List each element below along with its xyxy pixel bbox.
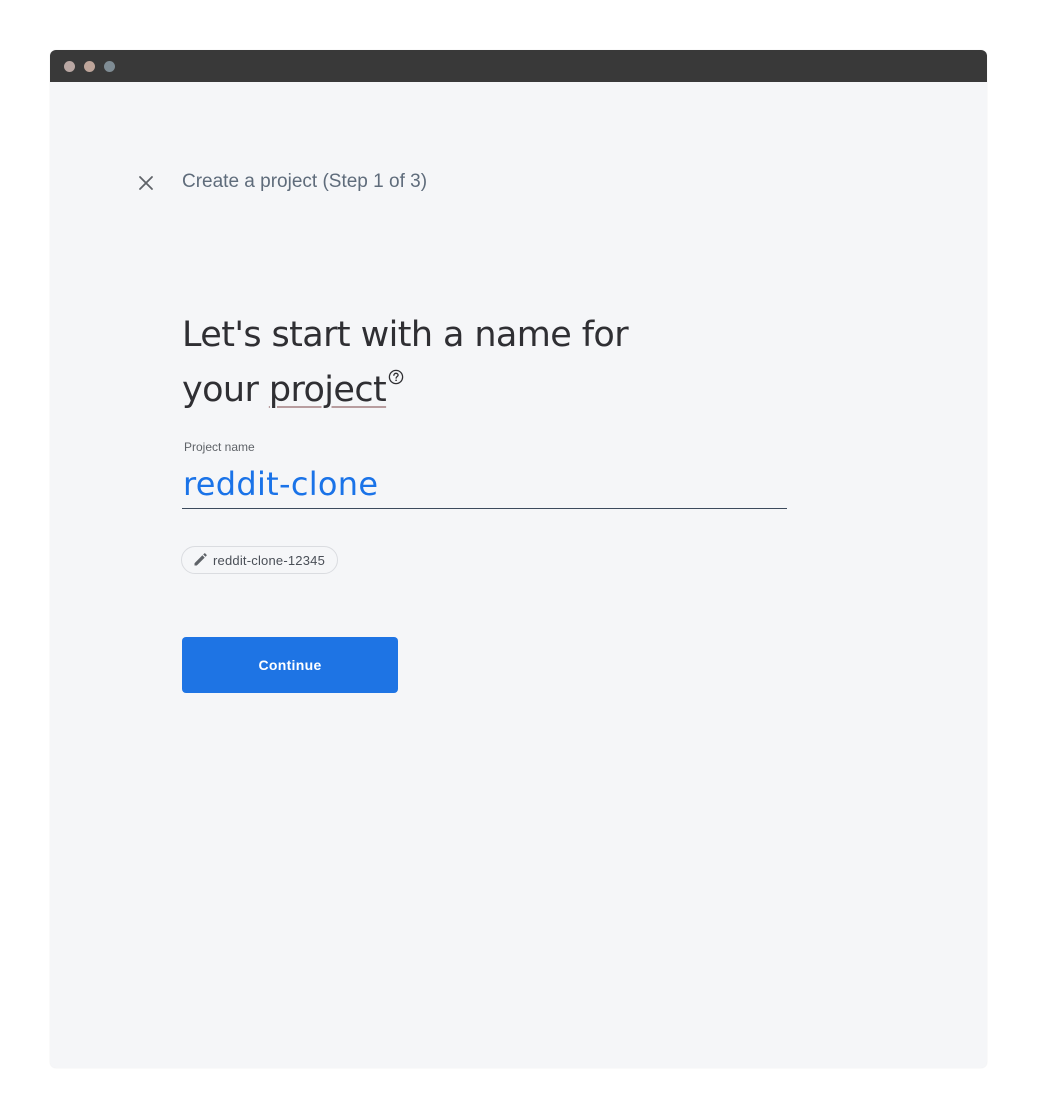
pencil-icon <box>192 552 208 568</box>
continue-button[interactable]: Continue <box>182 637 398 693</box>
close-icon[interactable] <box>133 170 159 196</box>
window-minimize-dot[interactable] <box>84 61 95 72</box>
window-titlebar <box>50 50 987 82</box>
browser-window: Create a project (Step 1 of 3) Let's sta… <box>50 50 987 1068</box>
project-name-input[interactable] <box>182 460 787 509</box>
project-name-label: Project name <box>184 440 255 454</box>
heading-line-2-prefix: your <box>182 370 269 410</box>
window-close-dot[interactable] <box>64 61 75 72</box>
heading-keyword-project[interactable]: project <box>269 370 387 410</box>
project-id-text: reddit-clone-12345 <box>213 552 326 568</box>
step-title: Create a project (Step 1 of 3) <box>182 171 428 192</box>
page-heading: Let's start with a name for your project <box>182 308 742 418</box>
heading-line-1: Let's start with a name for <box>182 315 629 355</box>
help-circle-icon[interactable] <box>388 369 404 385</box>
project-id-chip[interactable]: reddit-clone-12345 <box>181 546 339 574</box>
window-zoom-dot[interactable] <box>104 61 115 72</box>
